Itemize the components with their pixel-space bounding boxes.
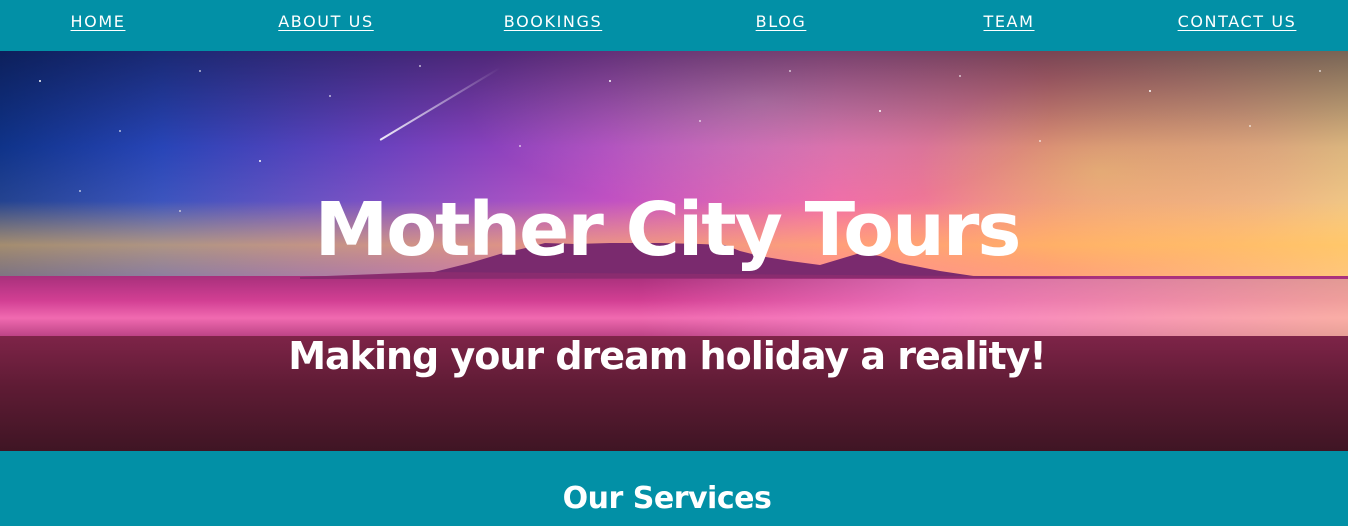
hero-banner: Mother City Tours Making your dream holi… xyxy=(0,51,1348,451)
nav-link-team[interactable]: TEAM xyxy=(983,12,1034,31)
services-heading: Our Services xyxy=(562,481,772,516)
nav-link-home[interactable]: HOME xyxy=(71,12,126,31)
nav-link-bookings[interactable]: BOOKINGS xyxy=(504,12,602,31)
hero-title: Mother City Tours xyxy=(314,186,1022,273)
hero-subtitle: Making your dream holiday a reality! xyxy=(288,333,1047,378)
services-section: Our Services xyxy=(0,451,1348,526)
top-navigation: HOME ABOUT US BOOKINGS BLOG TEAM CONTACT… xyxy=(0,0,1348,51)
nav-link-contact-us[interactable]: CONTACT US xyxy=(1178,12,1297,31)
nav-link-about-us[interactable]: ABOUT US xyxy=(278,12,373,31)
nav-link-blog[interactable]: BLOG xyxy=(756,12,807,31)
